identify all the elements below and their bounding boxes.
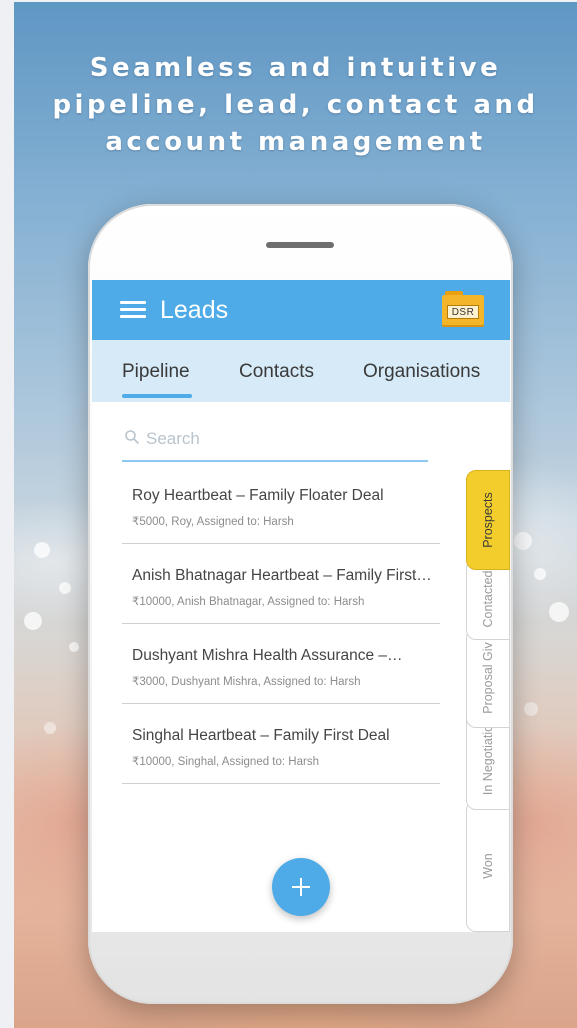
tab-pipeline[interactable]: Pipeline: [122, 360, 190, 384]
search-icon: [125, 430, 139, 444]
lead-title: Anish Bhatnagar Heartbeat – Family First…: [132, 567, 432, 584]
page-title: Leads: [160, 296, 229, 324]
list-item[interactable]: Anish Bhatnagar Heartbeat – Family First…: [122, 544, 440, 624]
stage-label: In Negotiatio: [481, 724, 495, 796]
tab-contacts[interactable]: Contacts: [239, 360, 314, 384]
app-screen: Leads DSR Pipeline Contacts Organisation…: [92, 280, 510, 932]
stage-tab-won[interactable]: Won: [466, 800, 510, 932]
phone-frame: Leads DSR Pipeline Contacts Organisation…: [88, 204, 513, 1004]
pipeline-stage-tabs: Won In Negotiatio Proposal Giv Contacted…: [466, 470, 510, 932]
hamburger-menu-icon[interactable]: [120, 301, 146, 319]
list-item[interactable]: Singhal Heartbeat – Family First Deal ₹1…: [122, 704, 440, 784]
list-item[interactable]: Roy Heartbeat – Family Floater Deal ₹500…: [122, 464, 440, 544]
lead-title: Dushyant Mishra Health Assurance –…: [132, 647, 403, 664]
stage-tab-contacted[interactable]: Contacted: [466, 558, 510, 640]
search-input[interactable]: Search: [122, 420, 428, 462]
list-item[interactable]: Dushyant Mishra Health Assurance –… ₹300…: [122, 624, 440, 704]
stage-label: Proposal Giv: [481, 642, 495, 714]
add-lead-button[interactable]: [272, 858, 330, 916]
stage-label: Prospects: [481, 492, 495, 548]
lead-title: Singhal Heartbeat – Family First Deal: [132, 727, 390, 744]
stage-label: Contacted: [481, 570, 495, 628]
search-placeholder: Search: [146, 429, 200, 448]
tab-organisations[interactable]: Organisations: [363, 360, 480, 384]
lead-subtitle: ₹5000, Roy, Assigned to: Harsh: [132, 516, 294, 528]
stage-tab-prospects[interactable]: Prospects: [466, 470, 510, 570]
lead-subtitle: ₹3000, Dushyant Mishra, Assigned to: Har…: [132, 676, 361, 688]
active-tab-indicator: [122, 394, 192, 398]
dsr-label: DSR: [447, 305, 479, 319]
tab-bar: Pipeline Contacts Organisations: [92, 340, 510, 402]
stage-label: Won: [481, 853, 495, 879]
headline-line-2: pipeline, lead, contact and: [52, 90, 539, 120]
lead-subtitle: ₹10000, Singhal, Assigned to: Harsh: [132, 756, 319, 768]
headline-line-3: account management: [105, 127, 486, 157]
stage-tab-proposal-given[interactable]: Proposal Giv: [466, 628, 510, 728]
promo-headline: Seamless and intuitive pipeline, lead, c…: [14, 50, 577, 161]
lead-title: Roy Heartbeat – Family Floater Deal: [132, 487, 384, 504]
dsr-folder-button[interactable]: DSR: [442, 291, 484, 327]
phone-speaker: [266, 242, 334, 248]
lead-subtitle: ₹10000, Anish Bhatnagar, Assigned to: Ha…: [132, 596, 365, 608]
app-bar: Leads DSR: [92, 280, 510, 340]
headline-line-1: Seamless and intuitive: [89, 53, 502, 83]
